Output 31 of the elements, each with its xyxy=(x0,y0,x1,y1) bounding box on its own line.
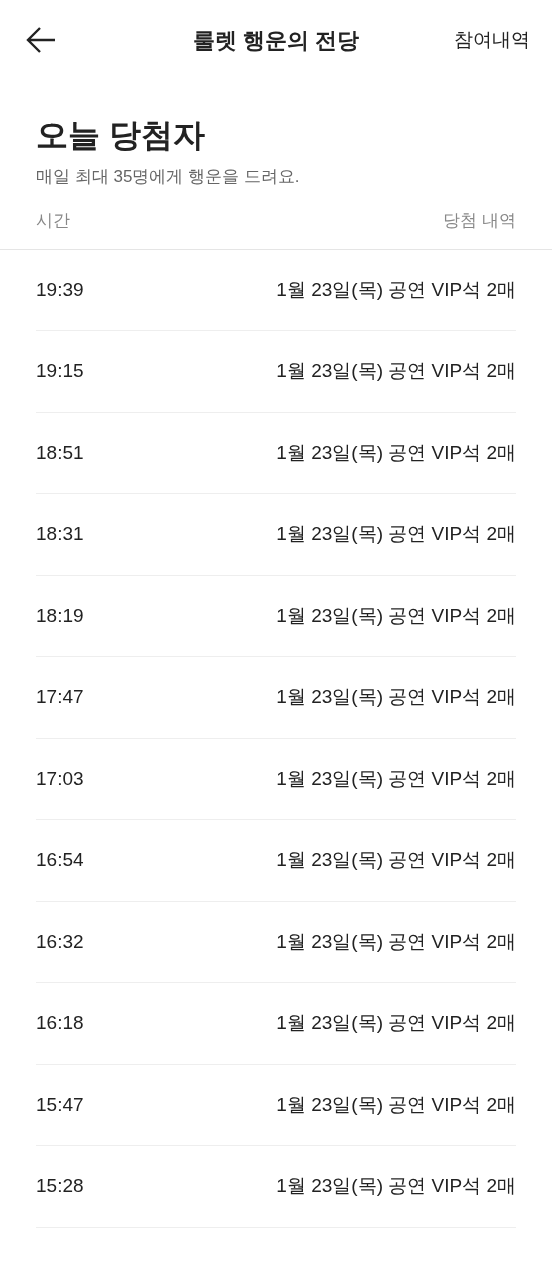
time-cell-text: 16:32 xyxy=(36,929,84,954)
prize-cell-text: 1월 23일(목) 공연 VIP석 2매 xyxy=(276,522,516,546)
time-cell-text: 17:47 xyxy=(36,685,84,709)
page-title: 룰렛 행운의 전당 xyxy=(192,26,360,55)
prize-cell-text: 1월 23일(목) 공연 VIP석 2매 xyxy=(276,848,516,872)
prize-cell-text: 1월 23일(목) 공연 VIP석 2매 xyxy=(276,1011,516,1035)
prize-cell-text: 1월 23일(목) 공연 VIP석 2매 xyxy=(276,766,516,791)
time-cell-text: 19:39 xyxy=(36,277,84,302)
prize-cell-text: 1월 23일(목) 공연 VIP석 2매 xyxy=(276,277,516,302)
time-cell-text: 15:47 xyxy=(36,1092,84,1117)
section-title: 오늘 당첨자 xyxy=(36,116,206,155)
prize-cell-text: 1월 23일(목) 공연 VIP석 2매 xyxy=(276,929,516,954)
prize-cell-text: 1월 23일(목) 공연 VIP석 2매 xyxy=(276,440,516,465)
history-link[interactable]: 참여내역 xyxy=(454,25,530,55)
time-cell-text: 16:54 xyxy=(36,848,84,872)
time-cell-text: 18:19 xyxy=(36,603,84,628)
prize-cell-text: 1월 23일(목) 공연 VIP석 2매 xyxy=(276,603,516,628)
time-cell-text: 15:28 xyxy=(36,1174,84,1198)
prize-cell-text: 1월 23일(목) 공연 VIP석 2매 xyxy=(276,359,516,383)
time-cell-text: 17:03 xyxy=(36,766,84,791)
prize-cell-text: 1월 23일(목) 공연 VIP석 2매 xyxy=(276,685,516,709)
time-cell-text: 18:51 xyxy=(36,440,84,465)
back-arrow-icon xyxy=(25,26,57,54)
column-header: 당첨 내역 xyxy=(443,210,516,233)
time-cell-text: 16:18 xyxy=(36,1011,84,1035)
time-cell-text: 19:15 xyxy=(36,359,84,383)
column-header: 시간 xyxy=(36,210,70,233)
time-cell-text: 18:31 xyxy=(36,522,84,546)
section-subtitle: 매일 최대 35명에게 행운을 드려요. xyxy=(36,166,301,188)
prize-cell-text: 1월 23일(목) 공연 VIP석 2매 xyxy=(276,1092,516,1117)
prize-cell-text: 1월 23일(목) 공연 VIP석 2매 xyxy=(276,1174,516,1198)
